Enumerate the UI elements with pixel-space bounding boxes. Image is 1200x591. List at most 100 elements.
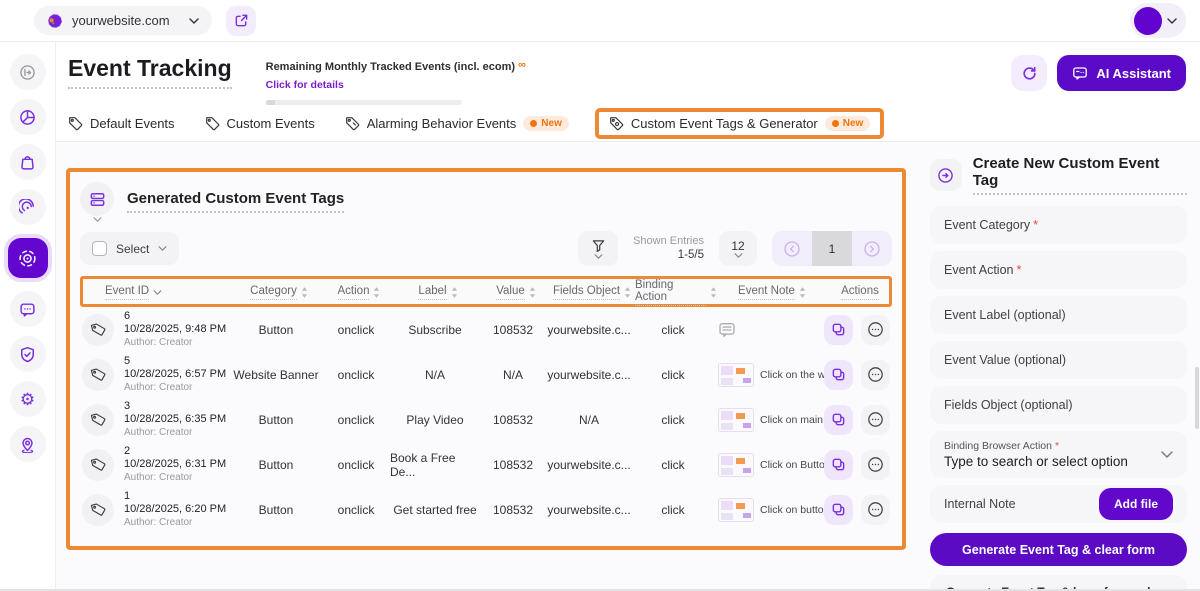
event-value-field[interactable]: Event Value (optional): [930, 341, 1187, 379]
internal-note-field[interactable]: Internal Note Add file: [930, 485, 1187, 523]
chevron-down-icon[interactable]: [93, 217, 102, 222]
required-asterisk: *: [1017, 263, 1022, 277]
ai-chat-icon: [1072, 65, 1088, 81]
col-event-note[interactable]: Event Note: [738, 285, 795, 300]
table-row[interactable]: 110/28/2025, 6:20 PMAuthor: Creator Butt…: [80, 487, 892, 532]
sidebar-item-settings[interactable]: ⚙: [10, 381, 46, 417]
sidebar-item-dashboard[interactable]: [10, 99, 46, 135]
panel-collapse-button[interactable]: [930, 159, 962, 191]
event-author: Author: Creator: [124, 427, 226, 440]
cell-label: Book a Free De...: [390, 451, 480, 479]
filter-button[interactable]: [578, 231, 618, 266]
col-binding-action[interactable]: Binding Action: [635, 279, 706, 306]
sidebar-item-ecommerce[interactable]: [10, 144, 46, 180]
event-label-field[interactable]: Event Label (optional): [930, 296, 1187, 334]
select-all-checkbox[interactable]: [92, 241, 107, 256]
generate-clear-button[interactable]: Generate Event Tag & clear form: [930, 533, 1187, 566]
cell-category: Button: [230, 413, 322, 427]
tab-custom-event-tags-generator-annotated[interactable]: Custom Event Tags & Generator New: [595, 108, 884, 139]
click-for-details-link[interactable]: Click for details: [266, 79, 344, 91]
table-menu-button[interactable]: [80, 182, 114, 216]
tab-default-events[interactable]: Default Events: [68, 116, 175, 131]
current-page[interactable]: 1: [812, 231, 852, 266]
ai-assistant-button[interactable]: AI Assistant: [1057, 55, 1186, 91]
col-category[interactable]: Category: [250, 285, 297, 300]
col-fields-object[interactable]: Fields Object: [553, 285, 620, 300]
col-label[interactable]: Label: [418, 285, 446, 300]
pie-chart-icon: [19, 109, 36, 126]
copy-tag-button[interactable]: [824, 450, 853, 480]
user-menu[interactable]: [1130, 3, 1186, 38]
sidebar-item-feedback[interactable]: [10, 291, 46, 327]
scrollbar-thumb[interactable]: [1195, 367, 1199, 429]
note-text: Click on button ...: [760, 504, 824, 516]
field-label: Fields Object (optional): [944, 398, 1073, 412]
table-row[interactable]: 210/28/2025, 6:31 PMAuthor: Creator Butt…: [80, 442, 892, 487]
next-page-button[interactable]: [852, 231, 892, 266]
copy-tag-button[interactable]: [824, 495, 853, 525]
event-id: 6: [124, 310, 226, 324]
more-actions-button[interactable]: [861, 495, 890, 525]
open-website-button[interactable]: [226, 6, 256, 36]
event-id: 2: [124, 445, 226, 459]
page-size-dropdown[interactable]: 12: [719, 231, 757, 266]
sidebar-item-conversion-paths[interactable]: [10, 426, 46, 462]
note-thumbnail[interactable]: [718, 408, 754, 432]
event-category-field[interactable]: Event Category*: [930, 206, 1187, 244]
more-actions-button[interactable]: [861, 450, 890, 480]
remaining-events-label: Remaining Monthly Tracked Events (incl. …: [266, 61, 515, 73]
refresh-button[interactable]: [1011, 55, 1047, 91]
cell-value: N/A: [480, 368, 546, 382]
table-row[interactable]: 310/28/2025, 6:35 PMAuthor: Creator Butt…: [80, 397, 892, 442]
cell-value: 108532: [480, 413, 546, 427]
event-id: 5: [124, 355, 226, 369]
col-value[interactable]: Value: [496, 285, 525, 300]
copy-tag-button[interactable]: [824, 360, 853, 390]
table-row[interactable]: 510/28/2025, 6:57 PMAuthor: Creator Webs…: [80, 352, 892, 397]
tab-alarming-behavior-events[interactable]: Alarming Behavior Events New: [345, 116, 569, 131]
sidebar-item-seo[interactable]: [10, 336, 46, 372]
sidebar-collapse-button[interactable]: [10, 54, 46, 90]
cell-category: Button: [230, 323, 322, 337]
sidebar-item-event-tracking[interactable]: [8, 238, 48, 278]
event-author: Author: Creator: [124, 382, 226, 395]
tag-icon: [82, 494, 114, 526]
pagination: 1: [772, 231, 892, 266]
more-actions-button[interactable]: [861, 405, 890, 435]
note-thumbnail[interactable]: [718, 453, 754, 477]
note-text: Click on main vi...: [760, 414, 824, 426]
copy-tag-button[interactable]: [824, 315, 853, 345]
field-label: Event Action: [944, 263, 1014, 277]
event-author: Author: Creator: [124, 517, 226, 530]
arrow-right-circle-icon: [863, 240, 881, 258]
generate-keep-button[interactable]: Generate Event Tag & keep form values: [930, 575, 1187, 591]
new-badge-dot: [832, 120, 839, 127]
tag-icon: [82, 449, 114, 481]
sidebar-item-heatmaps[interactable]: [10, 189, 46, 225]
ai-assistant-label: AI Assistant: [1096, 66, 1171, 81]
note-thumbnail[interactable]: [718, 498, 754, 522]
col-event-id[interactable]: Event ID: [105, 285, 149, 300]
website-switcher[interactable]: yourwebsite.com: [34, 6, 212, 35]
page-title: Event Tracking: [68, 55, 232, 89]
col-action[interactable]: Action: [338, 285, 370, 300]
tag-icon: [82, 359, 114, 391]
event-action-field[interactable]: Event Action*: [930, 251, 1187, 289]
note-thumbnail[interactable]: [718, 363, 754, 387]
note-text: Click on Button...: [760, 459, 824, 471]
select-dropdown[interactable]: Select: [80, 232, 179, 265]
more-actions-button[interactable]: [861, 360, 890, 390]
binding-browser-action-select[interactable]: Binding Browser Action* Type to search o…: [930, 431, 1187, 478]
copy-tag-button[interactable]: [824, 405, 853, 435]
tab-custom-events[interactable]: Custom Events: [205, 116, 315, 131]
refresh-icon: [1021, 65, 1038, 82]
fields-object-field[interactable]: Fields Object (optional): [930, 386, 1187, 424]
required-asterisk: *: [1033, 218, 1038, 232]
table-header-row-annotated: Event ID Category Action Label Value Fie…: [80, 276, 892, 307]
chevron-down-icon: [1167, 18, 1177, 24]
add-file-button[interactable]: Add file: [1099, 488, 1173, 520]
more-actions-button[interactable]: [861, 315, 890, 345]
field-label: Event Category: [944, 218, 1030, 232]
prev-page-button[interactable]: [772, 231, 812, 266]
table-row[interactable]: 610/28/2025, 9:48 PMAuthor: Creator Butt…: [80, 307, 892, 352]
